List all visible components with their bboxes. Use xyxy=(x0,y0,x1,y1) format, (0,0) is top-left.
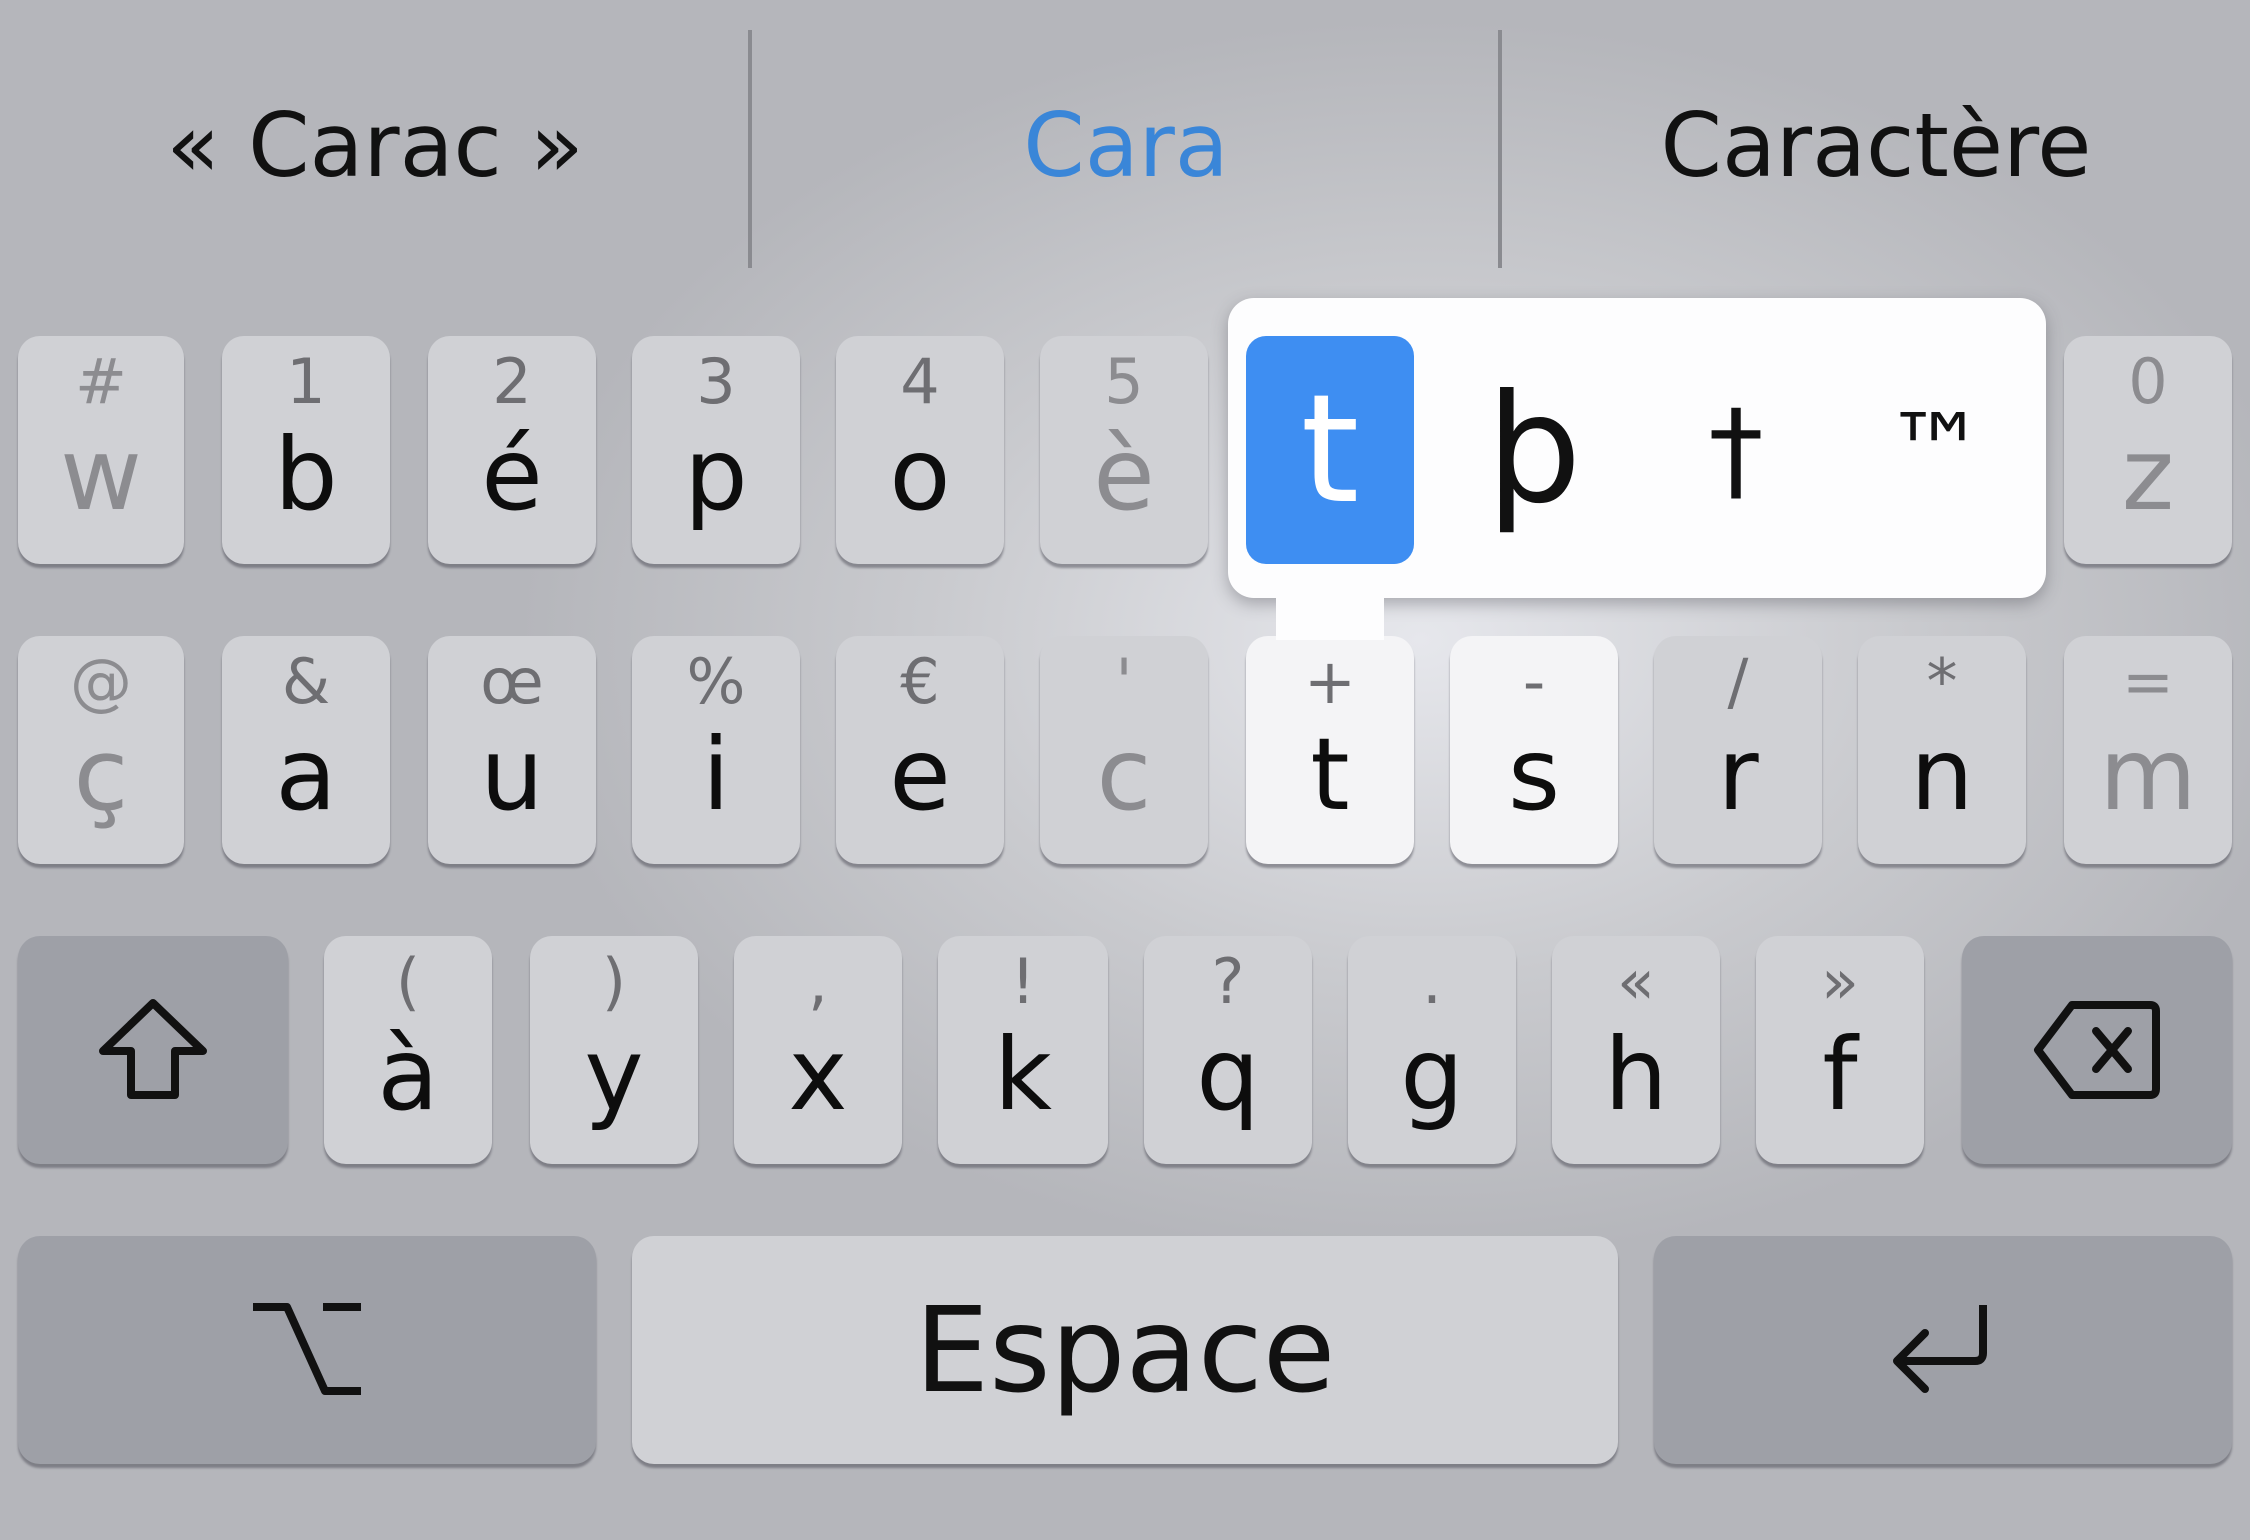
key-primary-label: w xyxy=(60,416,142,533)
return-key[interactable] xyxy=(1654,1236,2232,1464)
key-x[interactable]: , x xyxy=(734,936,902,1164)
key-t[interactable]: + t xyxy=(1246,636,1414,864)
key-n[interactable]: * n xyxy=(1858,636,2026,864)
key-primary-label: f xyxy=(1822,1016,1858,1133)
key-primary-label: p xyxy=(684,416,748,533)
key-secondary-label: € xyxy=(900,645,940,718)
key-o[interactable]: 4 o xyxy=(836,336,1004,564)
key-m[interactable]: = m xyxy=(2064,636,2232,864)
popup-stem xyxy=(1276,590,1384,640)
key-primary-label: é xyxy=(481,416,543,533)
key-secondary-label: = xyxy=(2122,645,2174,718)
key-a[interactable]: & a xyxy=(222,636,390,864)
key-secondary-label: » xyxy=(1821,945,1859,1018)
space-label: Espace xyxy=(914,1281,1336,1419)
key-secondary-label: ( xyxy=(395,945,421,1018)
key-k[interactable]: ! k xyxy=(938,936,1108,1164)
key-primary-label: c xyxy=(1096,716,1152,833)
key-primary-label: b xyxy=(274,416,338,533)
key-primary-label: e xyxy=(889,716,951,833)
key-primary-label: è xyxy=(1093,416,1155,533)
key-c[interactable]: ' c xyxy=(1040,636,1208,864)
key-secondary-label: 5 xyxy=(1104,345,1144,418)
key-secondary-label: ' xyxy=(1115,645,1133,718)
key-z[interactable]: 0 z xyxy=(2064,336,2232,564)
suggestion-typed[interactable]: Cara xyxy=(752,0,1500,290)
key-secondary-label: * xyxy=(1926,645,1958,718)
key-secondary-label: 1 xyxy=(286,345,326,418)
key-primary-label: g xyxy=(1400,1016,1464,1133)
key-secondary-label: + xyxy=(1304,645,1356,718)
key-f[interactable]: » f xyxy=(1756,936,1924,1164)
key-primary-label: n xyxy=(1910,716,1974,833)
key-secondary-label: @ xyxy=(70,645,132,718)
key-primary-label: t xyxy=(1310,716,1350,833)
key-secondary-label: / xyxy=(1727,645,1749,718)
key-g[interactable]: . g xyxy=(1348,936,1516,1164)
key-secondary-label: 4 xyxy=(900,345,940,418)
key-e[interactable]: € e xyxy=(836,636,1004,864)
key-primary-label: y xyxy=(584,1016,644,1133)
key-primary-label: k xyxy=(994,1016,1052,1133)
key-e-grave[interactable]: 5 è xyxy=(1040,336,1208,564)
key-secondary-label: , xyxy=(808,945,828,1018)
key-secondary-label: - xyxy=(1522,645,1546,718)
key-e-acute[interactable]: 2 é xyxy=(428,336,596,564)
key-primary-label: q xyxy=(1196,1016,1260,1133)
key-y[interactable]: ) y xyxy=(530,936,698,1164)
key-secondary-label: 0 xyxy=(2128,345,2168,418)
key-secondary-label: % xyxy=(686,645,746,718)
key-u[interactable]: œ u xyxy=(428,636,596,864)
key-primary-label: à xyxy=(377,1016,439,1133)
key-i[interactable]: % i xyxy=(632,636,800,864)
key-primary-label: o xyxy=(889,416,951,533)
key-r[interactable]: / r xyxy=(1654,636,1822,864)
key-secondary-label: ? xyxy=(1211,945,1245,1018)
key-primary-label: u xyxy=(480,716,544,833)
key-primary-label: s xyxy=(1507,716,1561,833)
key-primary-label: h xyxy=(1604,1016,1668,1133)
alternate-dagger[interactable]: † xyxy=(1652,336,1820,564)
option-icon xyxy=(18,1236,596,1464)
key-p[interactable]: 3 p xyxy=(632,336,800,564)
key-primary-label: i xyxy=(702,716,730,833)
key-b[interactable]: 1 b xyxy=(222,336,390,564)
key-q[interactable]: ? q xyxy=(1144,936,1312,1164)
key-secondary-label: # xyxy=(75,345,127,418)
delete-key[interactable] xyxy=(1962,936,2232,1164)
key-primary-label: ç xyxy=(73,716,129,833)
key-c-cedilla[interactable]: @ ç xyxy=(18,636,184,864)
return-icon xyxy=(1654,1236,2232,1464)
key-h[interactable]: « h xyxy=(1552,936,1720,1164)
alternate-trademark[interactable]: ™ xyxy=(1852,336,2020,564)
key-primary-label: x xyxy=(788,1016,848,1133)
option-key[interactable] xyxy=(18,1236,596,1464)
key-secondary-label: ! xyxy=(1010,945,1036,1018)
space-bar[interactable]: Espace xyxy=(632,1236,1618,1464)
key-secondary-label: ) xyxy=(601,945,627,1018)
suggestion-correction[interactable]: Caractère xyxy=(1502,0,2250,290)
shift-icon xyxy=(18,936,288,1164)
delete-icon xyxy=(1962,936,2232,1164)
shift-key[interactable] xyxy=(18,936,288,1164)
keyboard: « Carac » Cara Caractère # w 1 b 2 é 3 p… xyxy=(0,0,2250,1540)
alternate-thorn[interactable]: þ xyxy=(1450,336,1618,564)
key-primary-label: m xyxy=(2099,716,2197,833)
key-primary-label: z xyxy=(2121,416,2175,533)
key-secondary-label: 2 xyxy=(492,345,532,418)
alternate-t[interactable]: t xyxy=(1246,336,1414,564)
key-primary-label: r xyxy=(1717,716,1759,833)
key-secondary-label: . xyxy=(1422,945,1442,1018)
suggestion-quoted[interactable]: « Carac » xyxy=(0,0,750,290)
key-a-grave[interactable]: ( à xyxy=(324,936,492,1164)
key-s[interactable]: - s xyxy=(1450,636,1618,864)
key-secondary-label: « xyxy=(1617,945,1655,1018)
key-primary-label: a xyxy=(275,716,337,833)
key-w[interactable]: # w xyxy=(18,336,184,564)
key-secondary-label: œ xyxy=(480,645,544,718)
key-secondary-label: & xyxy=(281,645,331,718)
key-secondary-label: 3 xyxy=(696,345,736,418)
